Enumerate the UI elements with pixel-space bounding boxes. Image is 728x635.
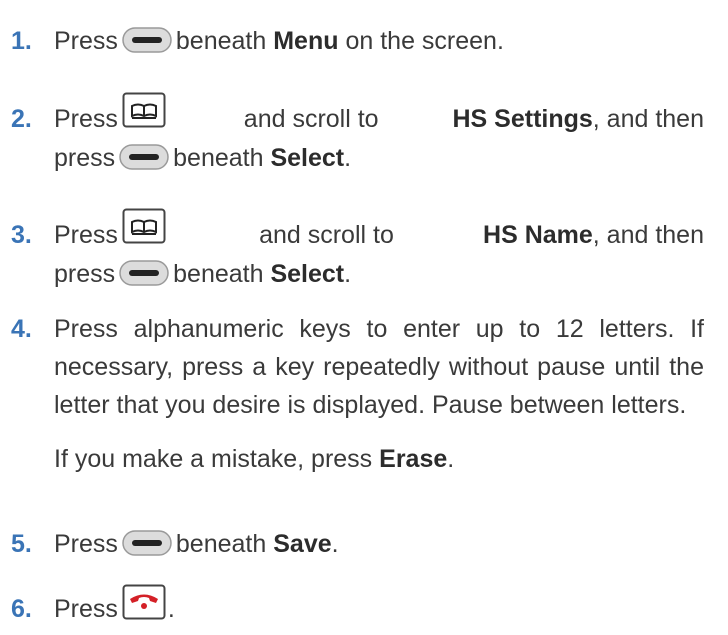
step-key-label-2: Select <box>270 144 345 172</box>
step-text-pre: Press <box>54 595 118 623</box>
step-note-pre: If you make a mistake, press <box>54 445 373 473</box>
step-key-label: Save <box>273 530 332 558</box>
step-text: Press beneath Save. <box>54 525 704 564</box>
step-number: 3. <box>11 221 32 249</box>
step-text-line2-pre: press <box>54 144 116 172</box>
step-note-tail: . <box>447 445 455 473</box>
step-text: Press alphanumeric keys to enter up to 1… <box>54 310 704 479</box>
step-text-tail: . <box>331 530 339 558</box>
step-text-pre: Press <box>54 27 118 55</box>
step-text-line2-pre: press <box>54 260 116 288</box>
step-text: Press and scroll to HS Name, and then pr… <box>54 216 704 294</box>
step-text-post: and scroll to <box>243 105 379 133</box>
step-text: Press and scroll to HS Settings, and the… <box>54 100 704 178</box>
step-paragraph: Press alphanumeric keys to enter up to 1… <box>54 315 704 419</box>
step-text-line2-post: beneath <box>173 144 264 172</box>
step-text-post: and scroll to <box>259 221 394 249</box>
step-number: 4. <box>11 315 32 343</box>
step-note: If you make a mistake, press Erase. <box>54 440 704 479</box>
step-number: 1. <box>11 27 32 55</box>
step-key-label-2: Select <box>270 260 345 288</box>
step-text: Press. <box>54 590 704 629</box>
step-text-pre: Press <box>54 530 118 558</box>
end-call-key-icon <box>122 584 166 620</box>
step-text-pre: Press <box>54 221 118 249</box>
directory-key-icon <box>122 208 166 244</box>
step-key-label: HS Settings <box>452 105 593 133</box>
soft-key-icon <box>122 27 172 53</box>
step-number: 5. <box>11 530 32 558</box>
step-number: 2. <box>11 105 32 133</box>
step-text-pre: Press <box>54 105 118 133</box>
step-number: 6. <box>11 595 32 623</box>
soft-key-icon <box>119 144 169 170</box>
step-key-label: HS Name <box>483 221 593 249</box>
soft-key-icon <box>122 530 172 556</box>
step-text-tail: . <box>167 595 175 623</box>
step-text-tail: , and then <box>592 105 704 133</box>
directory-key-icon <box>122 92 166 128</box>
step-key-label: Menu <box>273 27 339 55</box>
step-text-tail: , and then <box>592 221 704 249</box>
step-text-post: beneath <box>175 27 267 55</box>
soft-key-icon <box>119 260 169 286</box>
step-text-line2-tail: . <box>344 144 352 172</box>
step-text: Press beneath Menu on the screen. <box>54 22 704 61</box>
step-key-label: Erase <box>379 445 448 473</box>
step-text-line2-post: beneath <box>173 260 264 288</box>
step-text-line2-tail: . <box>344 260 352 288</box>
step-text-post: beneath <box>175 530 267 558</box>
step-text-tail: on the screen. <box>345 27 504 55</box>
